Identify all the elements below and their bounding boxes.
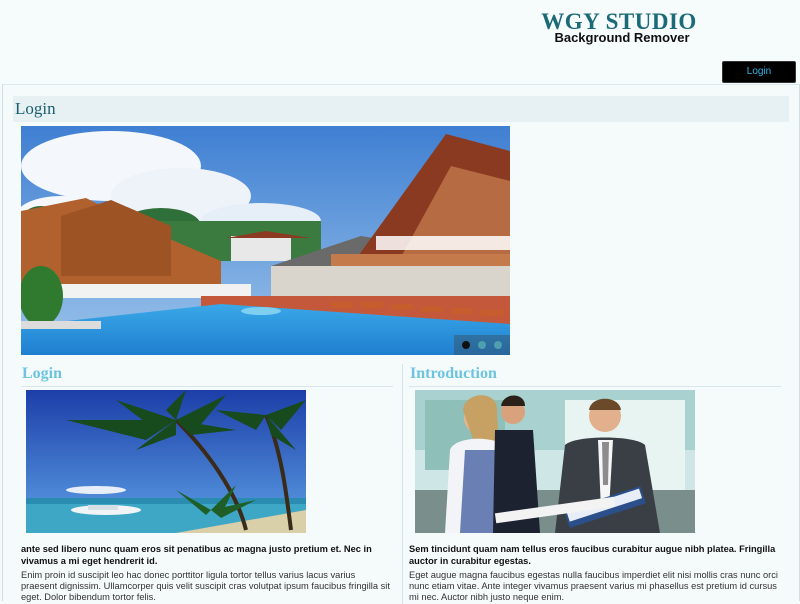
beach-image-wrapper	[26, 390, 306, 533]
beach-palm-image	[26, 390, 306, 533]
page-title-bar: Login	[13, 96, 789, 122]
login-column-lead: ante sed libero nunc quam eros sit penat…	[21, 544, 372, 566]
resort-pool-image	[21, 126, 510, 355]
introduction-column-title: Introduction	[409, 364, 781, 387]
brand-subtitle: Background Remover	[554, 30, 690, 45]
slider-dots	[454, 335, 510, 355]
business-image-wrapper	[415, 390, 695, 533]
slider-dot-2[interactable]	[478, 341, 486, 349]
login-button[interactable]: Login	[722, 61, 796, 83]
introduction-column-lead: Sem tincidunt quam nam tellus eros fauci…	[409, 544, 776, 566]
login-column: Login ante sed libero nunc quam eros sit…	[21, 364, 393, 602]
slider-dot-3[interactable]	[494, 341, 502, 349]
image-slider[interactable]	[21, 126, 510, 355]
page-title: Login	[15, 99, 56, 118]
login-column-body: Enim proin id suscipit leo hac donec por…	[21, 570, 390, 602]
login-column-title: Login	[21, 364, 393, 387]
business-meeting-image	[415, 390, 695, 533]
slider-dot-1[interactable]	[462, 341, 470, 349]
introduction-column-body: Eget augue magna faucibus egestas nulla …	[409, 570, 778, 602]
introduction-column: Introduction Sem tincidunt quam nam tell…	[409, 364, 781, 602]
column-divider	[402, 364, 403, 604]
site-header: WGY STUDIO Background Remover Login	[0, 0, 800, 84]
main-content: Login Login ante sed libero nunc quam er…	[2, 84, 800, 604]
